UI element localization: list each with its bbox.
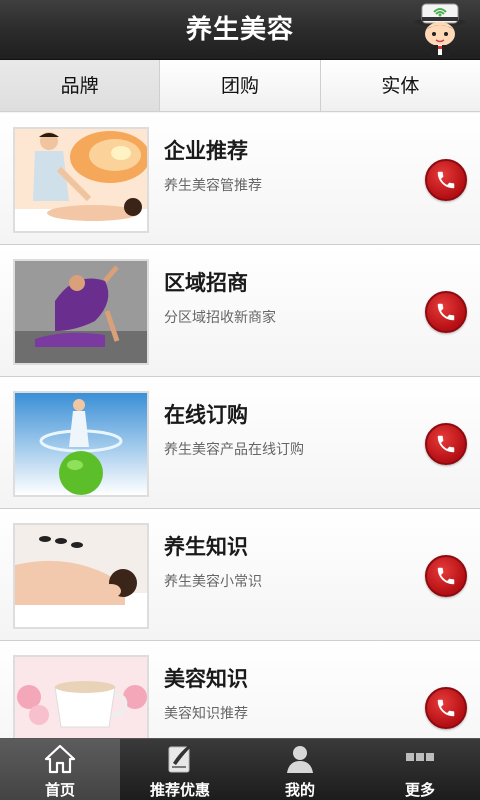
- mascot-icon[interactable]: [408, 2, 472, 60]
- nav-home[interactable]: 首页: [0, 739, 120, 800]
- list-item-title: 在线订购: [164, 403, 248, 427]
- call-button[interactable]: [425, 291, 467, 333]
- list-item-subtitle: 养生美容产品在线订购: [164, 442, 304, 458]
- list-item[interactable]: 养生知识 养生美容小常识: [0, 509, 480, 641]
- hot-stone-photo: [13, 523, 149, 629]
- nav-recommend-label: 推荐优惠: [149, 781, 210, 799]
- yoga-photo: [13, 259, 149, 365]
- list-item-subtitle: 美容知识推荐: [164, 706, 248, 722]
- phone-icon: [437, 699, 455, 717]
- nav-home-label: 首页: [44, 781, 75, 799]
- tab-group-buy[interactable]: 团购: [160, 60, 321, 111]
- call-button[interactable]: [425, 687, 467, 729]
- nav-more-label: 更多: [404, 781, 435, 799]
- phone-icon: [437, 435, 455, 453]
- tab-store[interactable]: 实体: [320, 60, 480, 111]
- list-item-title: 区域招商: [164, 271, 248, 295]
- call-button[interactable]: [425, 555, 467, 597]
- recommend-icon: [168, 745, 191, 773]
- phone-icon: [437, 567, 455, 585]
- more-icon: [406, 753, 434, 761]
- list-item[interactable]: 企业推荐 养生美容管推荐: [0, 113, 480, 245]
- app-header: 养生美容: [0, 0, 480, 60]
- category-tabs: 品牌 团购 实体: [0, 60, 480, 112]
- phone-icon: [437, 303, 455, 321]
- list-item-subtitle: 分区域招收新商家: [164, 310, 276, 326]
- call-button[interactable]: [425, 159, 467, 201]
- list-item[interactable]: 区域招商 分区域招收新商家: [0, 245, 480, 377]
- list-item-subtitle: 养生美容管推荐: [164, 178, 262, 194]
- item-list: 企业推荐 养生美容管推荐 区域招商 分区域招收新商家 在线订购 养生美容产品在线…: [0, 113, 480, 738]
- nav-mine-label: 我的: [284, 781, 315, 799]
- nav-mine[interactable]: 我的: [240, 739, 360, 800]
- list-item-title: 养生知识: [164, 535, 248, 559]
- user-icon: [287, 746, 313, 773]
- list-item[interactable]: 在线订购 养生美容产品在线订购: [0, 377, 480, 509]
- nav-more[interactable]: 更多: [360, 739, 480, 800]
- phone-icon: [437, 171, 455, 189]
- massage-photo: [13, 127, 149, 233]
- tab-brand[interactable]: 品牌: [0, 60, 161, 111]
- nav-recommend[interactable]: 推荐优惠: [120, 739, 240, 800]
- home-icon: [44, 744, 76, 774]
- list-item[interactable]: 美容知识 美容知识推荐: [0, 641, 480, 738]
- call-button[interactable]: [425, 423, 467, 465]
- list-item-title: 美容知识: [164, 667, 248, 691]
- bottom-nav: 首页 推荐优惠 我的 更多: [0, 738, 480, 800]
- list-item-title: 企业推荐: [164, 139, 248, 163]
- list-item-subtitle: 养生美容小常识: [164, 574, 262, 590]
- apple-splash-photo: [13, 391, 149, 497]
- tea-cup-photo: [13, 655, 149, 738]
